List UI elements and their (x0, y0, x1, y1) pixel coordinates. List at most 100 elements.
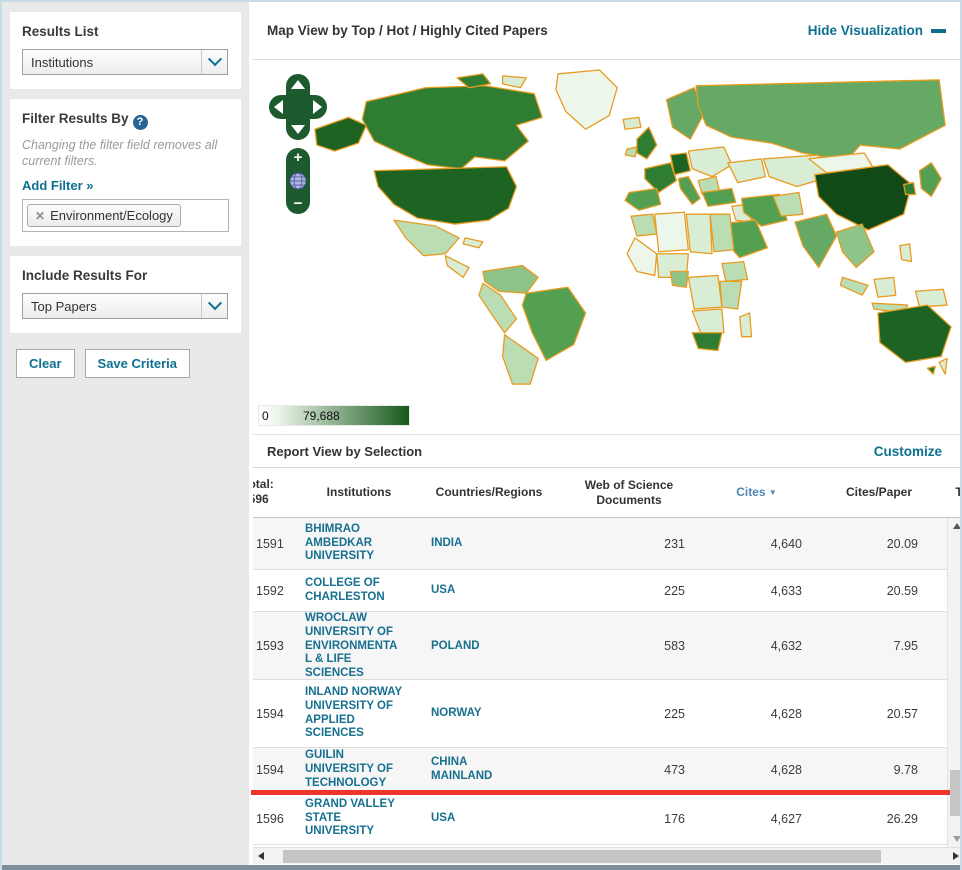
add-filter-link[interactable]: Add Filter » (22, 178, 94, 193)
col-header-cites-per-paper: Cites/Paper (814, 485, 944, 500)
main-content: Map View by Top / Hot / Highly Cited Pap… (253, 2, 962, 864)
institution-link[interactable]: BHIMRAO AMBEDKAR UNIVERSITY (299, 523, 419, 564)
col-header-countries: Countries/Regions (419, 485, 559, 500)
clear-button[interactable]: Clear (16, 349, 75, 378)
cites-cell: 4,640 (699, 537, 814, 551)
filter-tag[interactable]: ✕ Environment/Ecology (27, 204, 181, 227)
table-row: 1592 COLLEGE OF CHARLESTON USA 225 4,633… (253, 570, 947, 612)
zoom-in-button[interactable]: + (294, 151, 303, 165)
sidebar: Results List Institutions Filter Results… (2, 2, 249, 867)
remove-filter-icon[interactable]: ✕ (35, 209, 45, 223)
institution-link[interactable]: WROCLAW UNIVERSITY OF ENVIRONMENTAL & LI… (299, 612, 419, 681)
cites-per-paper-cell: 7.95 (814, 639, 944, 653)
rank-cell: 1594 (253, 763, 299, 777)
country-link[interactable]: CHINA MAINLAND (419, 756, 559, 784)
chevron-down-icon (201, 294, 227, 318)
sidebar-actions: Clear Save Criteria (10, 343, 241, 384)
sort-desc-caret-icon: ▼ (769, 488, 777, 497)
rank-cell: 1594 (253, 707, 299, 721)
country-link[interactable]: USA (419, 584, 559, 598)
results-list-dropdown[interactable]: Institutions (22, 49, 228, 75)
cites-per-paper-cell: 20.57 (814, 707, 944, 721)
filter-heading-label: Filter Results By (22, 111, 129, 126)
pan-left-icon[interactable] (274, 100, 283, 114)
scroll-left-icon[interactable] (253, 848, 269, 865)
results-list-panel: Results List Institutions (10, 12, 241, 89)
legend-min-label: 0 (262, 409, 269, 423)
table-body-wrap: 1591 BHIMRAO AMBEDKAR UNIVERSITY INDIA 2… (253, 518, 962, 847)
institution-link[interactable]: INLAND NORWAY UNIVERSITY OF APPLIED SCIE… (299, 686, 419, 741)
institution-link[interactable]: GUILIN UNIVERSITY OF TECHNOLOGY (299, 749, 419, 790)
include-results-dropdown[interactable]: Top Papers (22, 293, 228, 319)
scroll-right-icon[interactable] (948, 848, 962, 865)
map-view-title: Map View by Top / Hot / Highly Cited Pap… (267, 23, 548, 38)
highlight-underline (251, 790, 950, 795)
country-link[interactable]: USA (419, 812, 559, 826)
table-header-row: Total:1596 Institutions Countries/Region… (253, 468, 962, 518)
col-header-wos-documents: Web of Science Documents (559, 478, 699, 508)
filter-heading: Filter Results By? (22, 111, 229, 130)
country-link[interactable]: INDIA (419, 537, 559, 551)
save-criteria-button[interactable]: Save Criteria (85, 349, 191, 378)
vertical-scrollbar[interactable] (947, 518, 962, 847)
wos-documents-cell: 225 (559, 707, 699, 721)
institution-link[interactable]: COLLEGE OF CHARLESTON (299, 577, 419, 605)
help-icon[interactable]: ? (133, 115, 148, 130)
cites-cell: 4,628 (699, 763, 814, 777)
results-list-heading: Results List (22, 24, 229, 39)
pan-up-icon[interactable] (291, 80, 305, 89)
country-link[interactable]: NORWAY (419, 707, 559, 721)
wos-documents-cell: 583 (559, 639, 699, 653)
cites-per-paper-cell: 26.29 (814, 812, 944, 826)
pan-down-icon[interactable] (291, 125, 305, 134)
cites-cell: 4,633 (699, 584, 814, 598)
results-list-value: Institutions (23, 55, 201, 70)
world-map[interactable] (309, 68, 957, 392)
map-zoom-control[interactable]: + − (286, 148, 310, 214)
rank-cell: 1593 (253, 639, 299, 653)
legend-max-label: 79,688 (303, 409, 340, 423)
cites-per-paper-cell: 20.09 (814, 537, 944, 551)
hide-visualization-link[interactable]: Hide Visualization (808, 23, 946, 38)
bottom-border-bar (2, 865, 960, 870)
cites-per-paper-cell: 20.59 (814, 584, 944, 598)
rank-cell: 1596 (253, 812, 299, 826)
cites-cell: 4,632 (699, 639, 814, 653)
zoom-out-button[interactable]: − (294, 197, 303, 211)
horizontal-scrollbar[interactable] (253, 847, 962, 864)
rank-cell: 1591 (253, 537, 299, 551)
scroll-down-icon[interactable] (948, 831, 962, 847)
report-view-title: Report View by Selection (267, 444, 422, 459)
col-header-cites-sort[interactable]: Cites ▼ (699, 485, 814, 500)
horizontal-scroll-track[interactable] (269, 848, 948, 865)
filter-tag-label: Environment/Ecology (50, 208, 173, 223)
wos-documents-cell: 225 (559, 584, 699, 598)
globe-icon[interactable] (289, 172, 307, 190)
table-row: 1591 BHIMRAO AMBEDKAR UNIVERSITY INDIA 2… (253, 518, 947, 570)
horizontal-scroll-thumb[interactable] (283, 850, 881, 863)
customize-link[interactable]: Customize (874, 444, 942, 459)
chevron-down-icon (201, 50, 227, 74)
country-link[interactable]: POLAND (419, 640, 559, 654)
table-row: 1594 INLAND NORWAY UNIVERSITY OF APPLIED… (253, 680, 947, 748)
esi-window: Results List Institutions Filter Results… (0, 0, 962, 870)
map-legend: 0 79,688 (258, 405, 410, 426)
filter-panel: Filter Results By? Changing the filter f… (10, 99, 241, 246)
total-count: Total:1596 (253, 477, 299, 509)
col-header-truncated: T (944, 485, 962, 500)
rank-cell: 1592 (253, 584, 299, 598)
pan-right-icon[interactable] (313, 100, 322, 114)
table-row: 1596 GRAND VALLEY STATE UNIVERSITY USA 1… (253, 793, 947, 845)
filter-box: ✕ Environment/Ecology (22, 199, 229, 232)
wos-documents-cell: 473 (559, 763, 699, 777)
hide-visualization-label: Hide Visualization (808, 23, 923, 38)
wos-documents-cell: 231 (559, 537, 699, 551)
collapse-minus-icon (931, 29, 946, 33)
map-pan-control[interactable] (269, 74, 327, 140)
institution-link[interactable]: GRAND VALLEY STATE UNIVERSITY (299, 798, 419, 839)
map-area: + − (253, 60, 962, 434)
vertical-scroll-thumb[interactable] (950, 770, 962, 816)
cites-cell: 4,627 (699, 812, 814, 826)
scroll-up-icon[interactable] (948, 518, 962, 534)
filter-note: Changing the filter field removes all cu… (22, 138, 229, 169)
